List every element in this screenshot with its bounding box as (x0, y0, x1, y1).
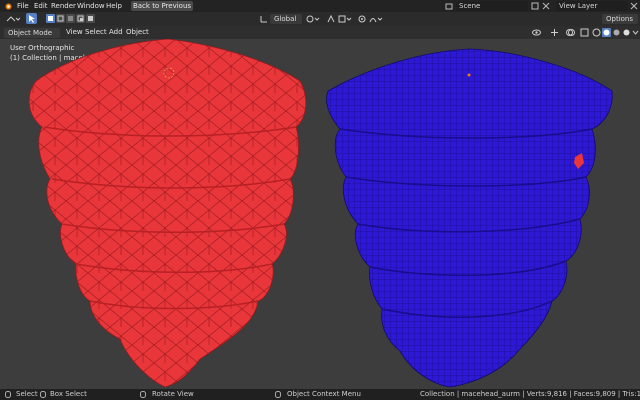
tool-settings-bar: Global Options (0, 12, 640, 26)
status-bar: Select Box Select Rotate View Object Con… (0, 389, 640, 400)
scene-canvas (28, 39, 613, 388)
shading-material-icon[interactable] (612, 28, 621, 37)
mode-value: Object Mode (8, 29, 53, 37)
editor-type-icon[interactable] (6, 15, 21, 23)
mouse-right-icon (275, 391, 281, 398)
status-context-menu: Object Context Menu (287, 390, 361, 398)
mouse-middle-icon (140, 391, 146, 398)
header-menu-object[interactable]: Object (126, 28, 149, 36)
overlays-icon[interactable] (566, 28, 575, 37)
options-label: Options (606, 15, 634, 23)
snap-target-icon[interactable] (338, 15, 352, 23)
shading-wireframe-icon[interactable] (592, 28, 601, 37)
back-to-previous-button[interactable]: Back to Previous (131, 1, 193, 11)
visibility-icon[interactable] (532, 28, 541, 37)
select-mode-new-icon[interactable] (46, 14, 55, 23)
view-layer-name: View Layer (559, 2, 598, 10)
status-box-select: Box Select (50, 390, 87, 398)
pivot-point-icon[interactable] (306, 15, 320, 23)
status-select: Select (16, 390, 38, 398)
blender-logo-icon[interactable] (4, 2, 12, 10)
gizmo-icon[interactable] (550, 28, 559, 37)
select-mode-invert-icon[interactable] (76, 14, 85, 23)
blue-mace-mesh[interactable] (326, 48, 613, 388)
menu-render[interactable]: Render (51, 0, 76, 12)
close-view-layer-icon[interactable] (630, 2, 638, 10)
top-menu-bar: File Edit Render Window Help Back to Pre… (0, 0, 640, 12)
view-layer-selector[interactable]: View Layer (556, 1, 628, 11)
header-menu-add[interactable]: Add (109, 28, 123, 36)
mouse-drag-icon (40, 391, 46, 398)
select-mode-subtract-icon[interactable] (66, 14, 75, 23)
header-menu-select[interactable]: Select (85, 28, 107, 36)
red-mace-mesh[interactable] (28, 39, 307, 388)
menu-file[interactable]: File (17, 0, 29, 12)
object-origin-dot (467, 73, 471, 77)
shading-options-icon[interactable] (632, 29, 639, 36)
viewport-header: Object Mode View Select Add Object (0, 26, 640, 39)
mouse-left-icon (5, 391, 11, 398)
scene-icon[interactable] (445, 2, 453, 10)
scene-name: Scene (459, 2, 481, 10)
menu-edit[interactable]: Edit (34, 0, 48, 12)
select-mode-extend-icon[interactable] (56, 14, 65, 23)
3d-viewport[interactable]: User Orthographic (1) Collection | maceh… (0, 39, 640, 389)
shading-solid-icon[interactable] (602, 28, 611, 37)
back-to-previous-label: Back to Previous (132, 2, 192, 10)
transform-orientation-icon[interactable] (260, 15, 268, 23)
snap-icon[interactable] (327, 14, 335, 23)
status-rotate-view: Rotate View (152, 390, 194, 398)
mode-dropdown[interactable]: Object Mode (4, 28, 60, 38)
menu-help[interactable]: Help (106, 0, 122, 12)
transform-orientation-value: Global (274, 15, 297, 23)
shading-rendered-icon[interactable] (622, 28, 631, 37)
menu-window[interactable]: Window (77, 0, 105, 12)
select-tool-icon[interactable] (26, 13, 37, 24)
options-dropdown[interactable]: Options (602, 14, 638, 24)
proportional-falloff-icon[interactable] (369, 15, 383, 23)
proportional-edit-icon[interactable] (358, 15, 366, 23)
status-scene-stats: Collection | macehead_aurm | Verts:9,816… (420, 390, 640, 398)
transform-orientation-dropdown[interactable]: Global (270, 14, 302, 24)
close-scene-icon[interactable] (542, 2, 550, 10)
select-mode-intersect-icon[interactable] (86, 14, 95, 23)
copy-scene-icon[interactable] (531, 2, 539, 10)
header-menu-view[interactable]: View (66, 28, 83, 36)
scene-selector[interactable]: Scene (456, 1, 528, 11)
xray-icon[interactable] (580, 28, 589, 37)
